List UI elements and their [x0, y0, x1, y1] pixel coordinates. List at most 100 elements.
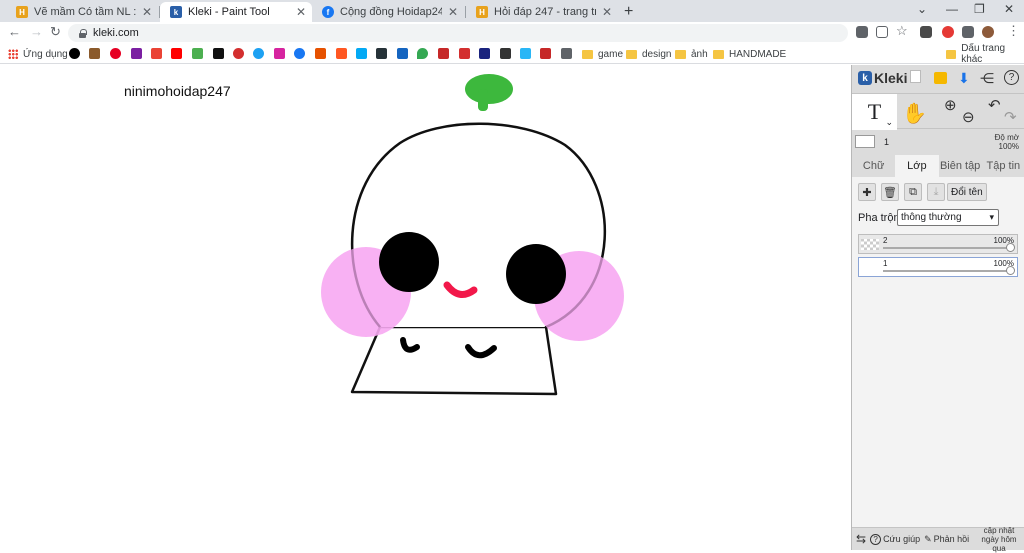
kleki-favicon-icon: k [170, 6, 182, 18]
zoom-in-icon[interactable]: ⊕ [944, 96, 957, 114]
extensions-icon[interactable] [962, 26, 974, 38]
tab-chu[interactable]: Chữ [852, 155, 895, 177]
bookmark-icon[interactable] [376, 48, 387, 59]
adblock-icon[interactable] [942, 26, 954, 38]
back-icon[interactable]: ← [8, 24, 21, 39]
blend-mode-select[interactable]: thông thường ▾ [897, 209, 999, 226]
layer-opacity-slider[interactable] [883, 243, 1015, 252]
bookmark-icon[interactable] [233, 48, 244, 59]
share-icon[interactable]: ⋲ [980, 70, 994, 87]
pinterest-icon[interactable] [110, 48, 121, 59]
share-icon[interactable] [876, 26, 888, 38]
add-layer-button[interactable]: ✚ [858, 183, 876, 201]
maps-icon[interactable] [417, 48, 428, 59]
layer-opacity-slider[interactable] [883, 266, 1015, 275]
new-tab-icon[interactable]: + [624, 3, 633, 21]
chevron-down-icon: ⌄ [885, 117, 893, 127]
bookmark-icon[interactable] [540, 48, 551, 59]
bookmark-star-icon[interactable]: ☆ [896, 23, 908, 39]
help-icon[interactable]: ? [1004, 70, 1019, 85]
minimize-icon[interactable]: — [946, 2, 958, 16]
tab-lop[interactable]: Lớp [895, 155, 939, 177]
open-folder-icon[interactable] [934, 72, 947, 84]
bookmark-icon[interactable] [438, 48, 449, 59]
bookmark-icon[interactable] [479, 48, 490, 59]
tab-kleki[interactable]: k Kleki - Paint Tool ✕ [160, 2, 312, 22]
cast-icon[interactable] [920, 26, 932, 38]
update-link[interactable]: cập nhật ngày hôm qua [976, 526, 1022, 553]
address-bar[interactable]: kleki.com [68, 24, 848, 42]
bookmark-icon[interactable] [356, 48, 367, 59]
swap-side-icon[interactable]: ⇆ [856, 532, 866, 546]
tab-tap-tin[interactable]: Tập tin [982, 155, 1024, 177]
kleki-side-panel: k Kleki ⬇ ⋲ ? T ⌄ ✋ ⊕ ⊖ ↶ ↷ 1 Độ mờ 100%… [851, 65, 1024, 553]
feedback-label: Phản hồi [933, 534, 970, 544]
tiktok-icon[interactable] [213, 48, 224, 59]
bookmark-icon[interactable] [459, 48, 470, 59]
bookmark-icon[interactable] [520, 48, 531, 59]
bookmark-icon[interactable] [69, 48, 80, 59]
facebook-icon[interactable] [294, 48, 305, 59]
gmail-icon[interactable] [151, 48, 162, 59]
twitter-icon[interactable] [253, 48, 264, 59]
delete-layer-button[interactable]: 🗑 [881, 183, 899, 201]
merge-down-button[interactable]: ⤓ [927, 183, 945, 201]
playstation-icon[interactable] [561, 48, 572, 59]
blend-mode-value: thông thường [901, 212, 962, 223]
kleki-logo-icon: k [858, 71, 872, 85]
kleki-logo[interactable]: k Kleki [858, 70, 907, 86]
tab-search-icon[interactable]: ⌄ [917, 2, 927, 16]
close-icon[interactable]: ✕ [296, 5, 306, 19]
bookmark-folder-handmade[interactable]: HANDMADE [713, 48, 786, 60]
bookmark-icon[interactable] [89, 48, 100, 59]
bookmark-icon[interactable] [131, 48, 142, 59]
close-icon[interactable]: ✕ [142, 5, 152, 19]
bookmark-icon[interactable] [315, 48, 326, 59]
bookmark-folder-anh[interactable]: ảnh [675, 48, 708, 60]
instagram-icon[interactable] [274, 48, 285, 59]
tab-cong-dong[interactable]: f Cộng đồng Hoidap247.com | Fac ✕ [312, 2, 464, 22]
tab-ve-mam[interactable]: H Vẽ mầm Có tầm NL : SƠ MA SAO ✕ [6, 2, 158, 22]
rename-layer-button[interactable]: Đổi tên [947, 183, 987, 201]
plus-icon: ✚ [862, 186, 872, 199]
folder-label: design [642, 48, 672, 60]
undo-icon[interactable]: ↶ [988, 96, 1001, 114]
hand-tool-icon[interactable]: ✋ [902, 101, 927, 126]
drawing-canvas[interactable]: ninimohoidap247 [0, 65, 851, 550]
profile-avatar-icon[interactable] [982, 26, 994, 38]
menu-dots-icon[interactable]: ⋮ [1007, 23, 1020, 39]
slider-knob[interactable] [1006, 266, 1015, 275]
download-icon[interactable]: ⬇ [958, 70, 970, 87]
close-window-icon[interactable]: ✕ [1004, 2, 1014, 16]
youtube-icon[interactable] [171, 48, 182, 59]
bookmark-icon[interactable] [397, 48, 408, 59]
tab-title: Kleki - Paint Tool [188, 6, 270, 18]
layer-row-2[interactable]: 2 100% [858, 234, 1018, 254]
other-bookmarks[interactable]: Dấu trang khác [946, 43, 1024, 65]
help-link[interactable]: ? Cứu giúp [870, 533, 920, 545]
bookmark-icon[interactable] [336, 48, 347, 59]
translate-icon[interactable] [856, 26, 868, 38]
zoom-out-icon[interactable]: ⊖ [962, 108, 975, 126]
redo-icon[interactable]: ↷ [1004, 108, 1017, 126]
other-bookmarks-label: Dấu trang khác [961, 43, 1006, 65]
close-icon[interactable]: ✕ [602, 5, 612, 19]
slider-knob[interactable] [1006, 243, 1015, 252]
right-eye [506, 244, 566, 304]
duplicate-layer-button[interactable]: ⧉ [904, 183, 922, 201]
close-icon[interactable]: ✕ [448, 5, 458, 19]
tab-bien-tap[interactable]: Biên tập [939, 155, 982, 177]
layer-row-1[interactable]: 1 100% [858, 257, 1018, 277]
bookmark-folder-design[interactable]: design [626, 48, 671, 60]
apps-bookmark[interactable]: Ứng dụng [8, 48, 68, 60]
new-image-icon[interactable] [910, 70, 921, 83]
tab-hoi-dap[interactable]: H Hỏi đáp 247 - trang tra loi ✕ [466, 2, 618, 22]
text-tool-button[interactable]: T ⌄ [852, 94, 897, 130]
bookmark-icon[interactable] [500, 48, 511, 59]
feedback-link[interactable]: ✎ Phản hồi [924, 534, 969, 545]
reload-icon[interactable]: ↻ [50, 24, 61, 40]
bookmark-folder-game[interactable]: game [582, 48, 623, 60]
forward-icon[interactable]: → [30, 24, 43, 39]
restore-icon[interactable]: ❐ [974, 2, 985, 16]
bookmark-icon[interactable] [192, 48, 203, 59]
